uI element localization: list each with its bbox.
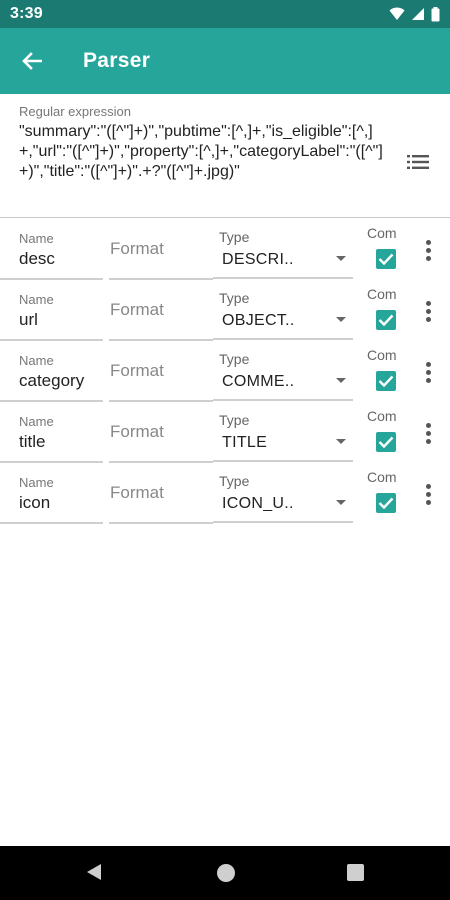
type-value: OBJECT..	[222, 312, 295, 329]
format-placeholder: Format	[110, 422, 164, 441]
check-icon	[378, 497, 394, 509]
list-item: Name icon Format Type ICON_U.. Com	[0, 463, 450, 524]
type-label: Type	[219, 412, 250, 428]
field-list: Name desc Format Type DESCRI.. Com Name …	[0, 219, 450, 524]
status-bar: 3:39	[0, 0, 450, 28]
regex-label: Regular expression	[19, 104, 132, 119]
com-checkbox[interactable]	[376, 493, 396, 513]
regex-input[interactable]: "summary":"([^"]+)","pubtime":[^,]+,"is_…	[19, 122, 389, 182]
status-icons	[389, 6, 440, 22]
type-label: Type	[219, 229, 250, 245]
list-icon	[407, 155, 429, 169]
type-select[interactable]: Type TITLE	[213, 402, 353, 463]
dropdown-arrow-icon	[336, 256, 346, 261]
regex-section: Regular expression "summary":"([^"]+)","…	[0, 94, 450, 218]
page-title: Parser	[83, 49, 151, 72]
type-select[interactable]: Type DESCRI..	[213, 219, 353, 280]
type-select[interactable]: Type COMME..	[213, 341, 353, 402]
type-underline	[213, 338, 353, 340]
list-item: Name url Format Type OBJECT.. Com	[0, 280, 450, 341]
type-underline	[213, 521, 353, 523]
list-item: Name title Format Type TITLE Com	[0, 402, 450, 463]
status-time: 3:39	[10, 5, 43, 22]
more-vert-icon[interactable]	[418, 418, 438, 448]
com-label: Com	[367, 469, 397, 485]
com-checkbox[interactable]	[376, 310, 396, 330]
format-placeholder: Format	[110, 483, 164, 502]
name-label: Name	[19, 414, 54, 429]
name-value: desc	[19, 249, 55, 268]
com-label: Com	[367, 347, 397, 363]
arrow-left-icon	[22, 52, 42, 70]
com-label: Com	[367, 225, 397, 241]
format-field[interactable]: Format	[109, 341, 213, 402]
type-value: TITLE	[222, 434, 268, 451]
type-label: Type	[219, 351, 250, 367]
more-vert-icon[interactable]	[418, 357, 438, 387]
type-underline	[213, 460, 353, 462]
nav-recents-icon[interactable]	[347, 864, 364, 881]
name-field[interactable]: Name url	[0, 280, 103, 341]
check-icon	[378, 253, 394, 265]
format-placeholder: Format	[110, 300, 164, 319]
list-item: Name desc Format Type DESCRI.. Com	[0, 219, 450, 280]
nav-home-icon[interactable]	[217, 864, 235, 882]
name-label: Name	[19, 475, 54, 490]
wifi-icon	[389, 7, 405, 20]
dropdown-arrow-icon	[336, 378, 346, 383]
dropdown-arrow-icon	[336, 317, 346, 322]
signal-icon	[412, 8, 424, 20]
name-field[interactable]: Name icon	[0, 463, 103, 524]
name-value: icon	[19, 493, 51, 512]
type-value: COMME..	[222, 373, 295, 390]
name-label: Name	[19, 292, 54, 307]
back-button[interactable]	[0, 28, 64, 94]
name-field[interactable]: Name category	[0, 341, 103, 402]
type-underline	[213, 399, 353, 401]
com-checkbox[interactable]	[376, 249, 396, 269]
more-vert-icon[interactable]	[418, 296, 438, 326]
list-button[interactable]	[404, 150, 432, 174]
type-underline	[213, 277, 353, 279]
battery-icon	[431, 6, 440, 21]
list-item: Name category Format Type COMME.. Com	[0, 341, 450, 402]
format-field[interactable]: Format	[109, 280, 213, 341]
format-placeholder: Format	[110, 239, 164, 258]
dropdown-arrow-icon	[336, 500, 346, 505]
check-icon	[378, 436, 394, 448]
navigation-bar	[0, 846, 450, 900]
type-label: Type	[219, 473, 250, 489]
name-value: category	[19, 371, 85, 390]
nav-back-icon[interactable]	[86, 863, 102, 881]
name-value: url	[19, 310, 38, 329]
type-label: Type	[219, 290, 250, 306]
format-field[interactable]: Format	[109, 402, 213, 463]
name-label: Name	[19, 353, 54, 368]
com-label: Com	[367, 408, 397, 424]
more-vert-icon[interactable]	[418, 235, 438, 265]
name-value: title	[19, 432, 46, 451]
format-field[interactable]: Format	[109, 463, 213, 524]
com-label: Com	[367, 286, 397, 302]
dropdown-arrow-icon	[336, 439, 346, 444]
type-value: DESCRI..	[222, 251, 294, 268]
type-value: ICON_U..	[222, 495, 294, 512]
type-select[interactable]: Type OBJECT..	[213, 280, 353, 341]
name-field[interactable]: Name desc	[0, 219, 103, 280]
more-vert-icon[interactable]	[418, 479, 438, 509]
check-icon	[378, 314, 394, 326]
app-bar: Parser	[0, 28, 450, 94]
com-checkbox[interactable]	[376, 371, 396, 391]
format-placeholder: Format	[110, 361, 164, 380]
name-label: Name	[19, 231, 54, 246]
format-field[interactable]: Format	[109, 219, 213, 280]
type-select[interactable]: Type ICON_U..	[213, 463, 353, 524]
com-checkbox[interactable]	[376, 432, 396, 452]
name-field[interactable]: Name title	[0, 402, 103, 463]
check-icon	[378, 375, 394, 387]
